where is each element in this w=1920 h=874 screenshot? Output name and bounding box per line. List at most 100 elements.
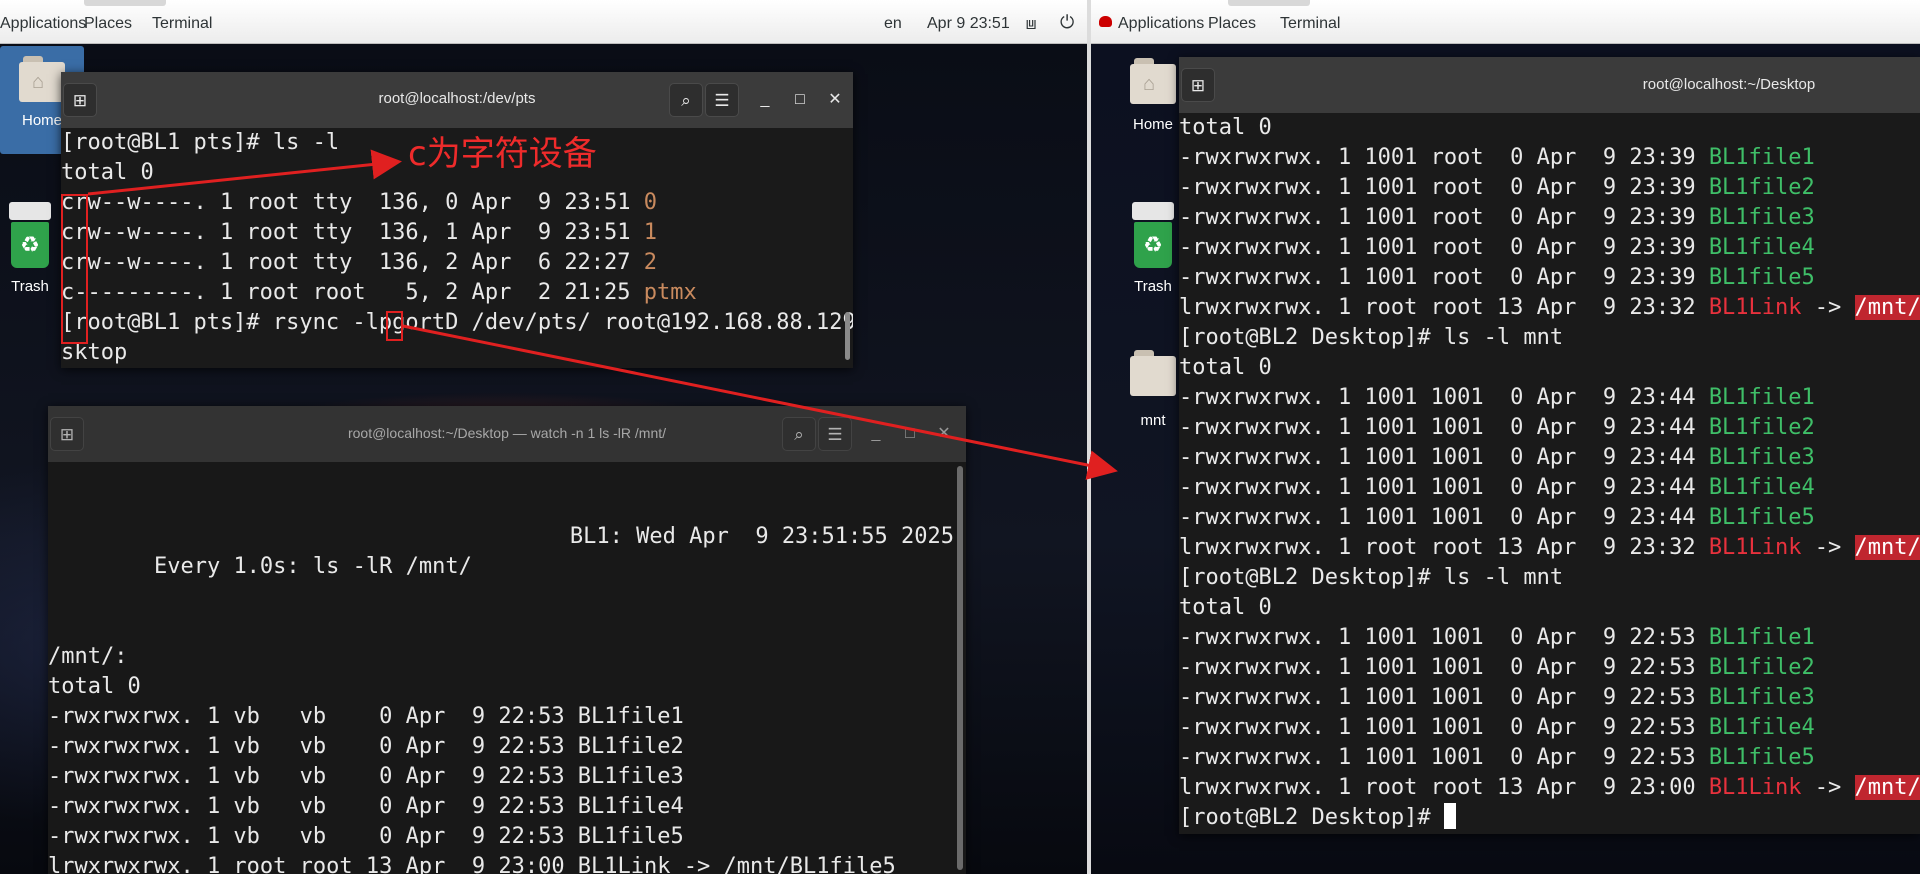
language-indicator[interactable]: en — [884, 15, 902, 33]
terminal-text: -> — [1801, 535, 1855, 560]
close-icon[interactable]: ✕ — [821, 86, 849, 114]
mnt-folder-icon — [1130, 350, 1176, 396]
terminal-text: BL1file3 — [1708, 205, 1815, 230]
terminal-text: -rwxrwxrwx. 1 1001 1001 0 Apr 9 23:44 — [1179, 445, 1709, 470]
mnt-label: mnt — [1140, 412, 1166, 429]
desktop-icon-trash[interactable]: ♻ Trash — [1130, 202, 1176, 295]
terminal-text: [root@BL1 pts]# ls -l — [61, 130, 340, 155]
search-icon[interactable]: ⌕ — [782, 417, 816, 451]
terminal-text: -rwxrwxrwx. 1 1001 root 0 Apr 9 23:39 — [1179, 205, 1709, 230]
terminal-menu[interactable]: Terminal — [152, 15, 212, 33]
terminal-text: BL1file4 — [1708, 715, 1815, 740]
terminal-menu[interactable]: Terminal — [1280, 15, 1340, 33]
terminal-output[interactable]: total 0 -rwxrwxrwx. 1 1001 root 0 Apr 9 2… — [1179, 113, 1920, 834]
terminal-line: -rwxrwxrwx. 1 1001 1001 0 Apr 9 23:44 BL… — [1179, 503, 1920, 533]
terminal-text: /mnt/BL1fil — [1854, 775, 1920, 800]
places-menu[interactable]: Places — [1208, 15, 1256, 33]
watch-command: Every 1.0s: ls -lR /mnt/ — [153, 554, 472, 579]
terminal-line: -rwxrwxrwx. 1 1001 1001 0 Apr 9 22:53 BL… — [1179, 713, 1920, 743]
terminal-text: -rwxrwxrwx. 1 1001 root 0 Apr 9 23:39 — [1179, 235, 1709, 260]
trash-icon: ♻ — [1132, 202, 1174, 268]
terminal-line: -rwxrwxrwx. 1 vb vb 0 Apr 9 22:53 BL1fil… — [48, 824, 684, 849]
maximize-icon[interactable]: □ — [896, 420, 924, 448]
annotation-box-D-flag — [386, 311, 403, 341]
terminal-line: -rwxrwxrwx. 1 1001 1001 0 Apr 9 22:53 BL… — [1179, 623, 1920, 653]
terminal-line: -rwxrwxrwx. 1 vb vb 0 Apr 9 22:53 BL1fil… — [48, 794, 684, 819]
applications-menu[interactable]: Applications — [0, 15, 86, 33]
terminal-line: -rwxrwxrwx. 1 1001 root 0 Apr 9 23:39 BL… — [1179, 173, 1920, 203]
terminal-text: 2 — [643, 250, 658, 275]
desktop-icon-mnt[interactable]: mnt — [1123, 350, 1183, 429]
terminal-text: -> — [1801, 775, 1855, 800]
terminal-line: -rwxrwxrwx. 1 1001 1001 0 Apr 9 22:53 BL… — [1179, 683, 1920, 713]
terminal-line: crw--w----. 1 root tty 136, 1 Apr 9 23:5… — [61, 218, 853, 248]
terminal-output[interactable]: Every 1.0s: ls -lR /mnt/ BL1: Wed Apr 9 … — [48, 462, 966, 874]
terminal-text: 0 — [643, 190, 658, 215]
terminal-line: -rwxrwxrwx. 1 1001 1001 0 Apr 9 22:53 BL… — [1179, 653, 1920, 683]
terminal-text: -rwxrwxrwx. 1 1001 1001 0 Apr 9 22:53 — [1179, 625, 1709, 650]
terminal-cursor — [1443, 803, 1456, 829]
terminal-text: [root@BL1 pts]# rsync -lpgortD /dev/pts/… — [61, 310, 853, 335]
trash-label: Trash — [11, 278, 49, 295]
maximize-icon[interactable]: □ — [786, 86, 814, 114]
terminal-line: total 0 — [1179, 113, 1920, 143]
applications-menu[interactable]: Applications — [1118, 15, 1204, 33]
terminal-text: total 0 — [1179, 115, 1272, 140]
scrollbar[interactable] — [957, 466, 963, 870]
desktop-icon-trash[interactable]: ♻ Trash — [0, 202, 60, 295]
terminal-line: lrwxrwxrwx. 1 root root 13 Apr 9 23:00 B… — [48, 854, 896, 874]
panel-tab-indicator — [1228, 0, 1310, 6]
terminal-text: crw--w----. 1 root tty 136, 1 Apr 9 23:5… — [61, 220, 644, 245]
terminal-line: total 0 — [48, 674, 141, 699]
terminal-header: ⊞ root@localhost:~/Desktop — watch -n 1 … — [48, 406, 966, 462]
new-tab-icon[interactable]: ⊞ — [1181, 68, 1215, 102]
terminal-window-watch[interactable]: ⊞ root@localhost:~/Desktop — watch -n 1 … — [48, 406, 966, 874]
terminal-text: BL1Link — [1708, 775, 1802, 800]
scrollbar[interactable] — [845, 312, 850, 360]
terminal-text: BL1file2 — [1708, 655, 1815, 680]
terminal-text: [root@BL2 Desktop]# — [1179, 805, 1444, 830]
terminal-line: sktop — [61, 338, 853, 368]
terminal-line: -rwxrwxrwx. 1 1001 1001 0 Apr 9 23:44 BL… — [1179, 473, 1920, 503]
menu-icon[interactable]: ☰ — [818, 417, 852, 451]
power-icon[interactable]: ⏻ — [1060, 12, 1074, 33]
terminal-text: BL1file5 — [1708, 745, 1815, 770]
terminal-text: [root@BL2 Desktop]# ls -l mnt — [1179, 565, 1564, 590]
terminal-line: crw--w----. 1 root tty 136, 2 Apr 6 22:2… — [61, 248, 853, 278]
terminal-line: lrwxrwxrwx. 1 root root 13 Apr 9 23:32 B… — [1179, 533, 1920, 563]
top-panel: Applications Places Terminal en Apr 9 23… — [0, 0, 1087, 44]
terminal-text: BL1file3 — [1708, 445, 1815, 470]
terminal-text: BL1Link — [1708, 535, 1802, 560]
home-label: Home — [1132, 116, 1173, 133]
window-title: root@localhost:~/Desktop — [1642, 76, 1816, 93]
terminal-line: [root@BL1 pts]# rsync -lpgortD /dev/pts/… — [61, 308, 853, 338]
terminal-text: -rwxrwxrwx. 1 1001 1001 0 Apr 9 23:44 — [1179, 505, 1709, 530]
terminal-text: -rwxrwxrwx. 1 1001 root 0 Apr 9 23:39 — [1179, 175, 1709, 200]
clock[interactable]: Apr 9 23:51 — [927, 15, 1010, 33]
trash-label: Trash — [1134, 278, 1172, 295]
search-icon[interactable]: ⌕ — [669, 83, 703, 117]
network-icon[interactable]: ⩏ — [1026, 13, 1036, 34]
close-icon[interactable]: ✕ — [930, 420, 958, 448]
annotation-char-device: c为字符设备 — [408, 134, 597, 174]
terminal-line: /mnt/: — [48, 644, 128, 669]
terminal-line: -rwxrwxrwx. 1 vb vb 0 Apr 9 22:53 BL1fil… — [48, 734, 684, 759]
terminal-text: ptmx — [643, 280, 697, 305]
terminal-text: BL1file2 — [1708, 415, 1815, 440]
terminal-text: -rwxrwxrwx. 1 1001 1001 0 Apr 9 22:53 — [1179, 685, 1709, 710]
terminal-window-pts[interactable]: ⊞ root@localhost:/dev/pts ⌕ ☰ _ □ ✕ [roo… — [61, 72, 853, 368]
places-menu[interactable]: Places — [84, 15, 132, 33]
terminal-text: /mnt/BL1fil — [1854, 535, 1920, 560]
minimize-icon[interactable]: _ — [862, 420, 890, 448]
terminal-text: lrwxrwxrwx. 1 root root 13 Apr 9 23:32 — [1179, 295, 1709, 320]
terminal-window-bl2[interactable]: ⊞ root@localhost:~/Desktop total 0 -rwxrw… — [1179, 57, 1920, 834]
terminal-line: lrwxrwxrwx. 1 root root 13 Apr 9 23:32 B… — [1179, 293, 1920, 323]
terminal-text: BL1file3 — [1708, 685, 1815, 710]
terminal-line: [root@BL2 Desktop]# ls -l mnt — [1179, 563, 1920, 593]
terminal-text: -rwxrwxrwx. 1 1001 1001 0 Apr 9 22:53 — [1179, 655, 1709, 680]
top-panel: Applications Places Terminal — [1091, 0, 1920, 44]
desktop-icon-home[interactable]: ⌂ Home — [1123, 58, 1183, 133]
minimize-icon[interactable]: _ — [751, 86, 779, 114]
terminal-line: -rwxrwxrwx. 1 1001 root 0 Apr 9 23:39 BL… — [1179, 263, 1920, 293]
menu-icon[interactable]: ☰ — [705, 83, 739, 117]
